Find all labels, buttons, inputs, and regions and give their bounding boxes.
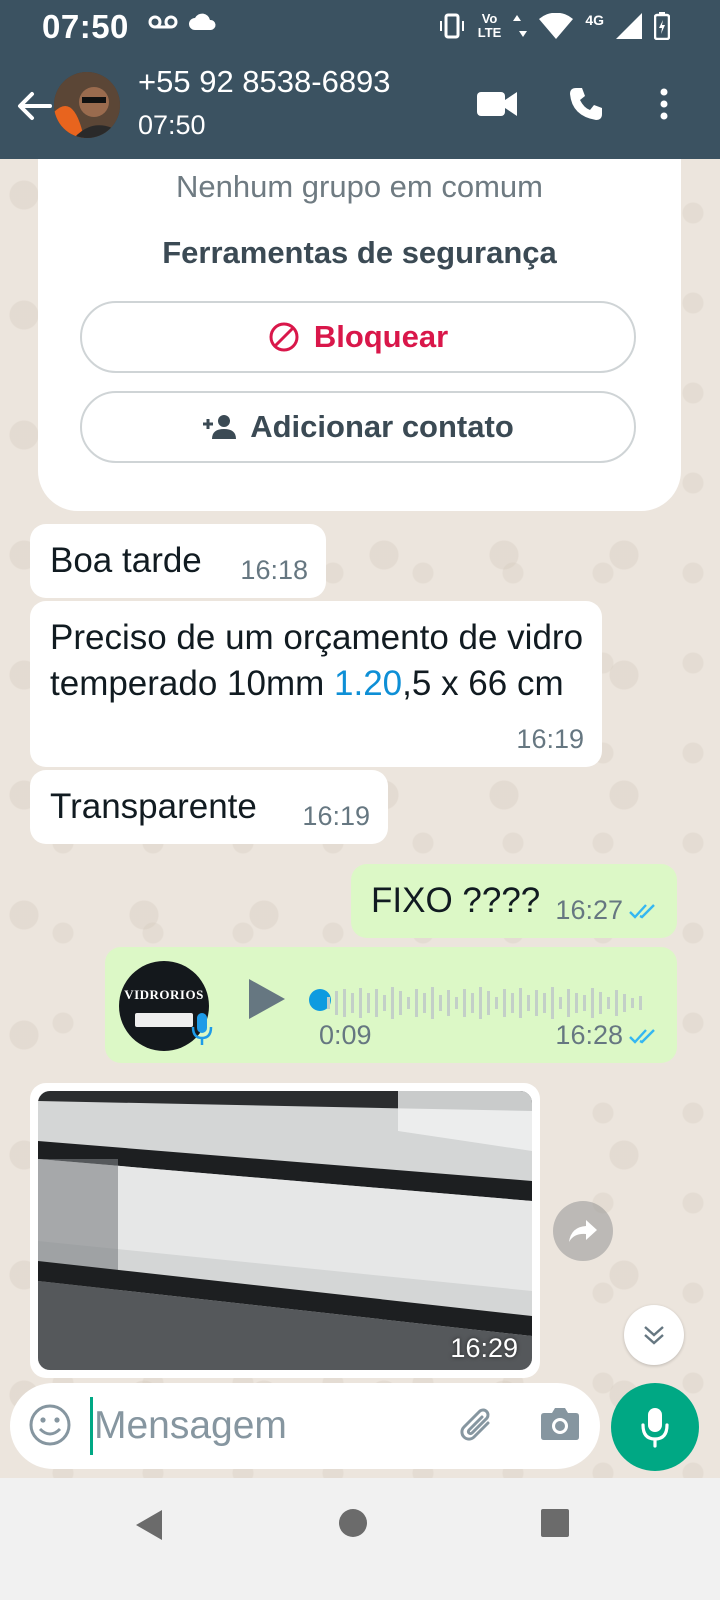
safety-tools-heading: Ferramentas de segurança <box>162 235 557 270</box>
data-arrows-icon <box>513 15 528 37</box>
voice-record-button[interactable] <box>611 1383 699 1471</box>
message-text: Transparente <box>50 787 257 826</box>
message-photo[interactable] <box>38 1091 532 1370</box>
voice-call-icon[interactable] <box>568 86 604 122</box>
message-time: 16:28 <box>555 1020 659 1051</box>
message-time-label: 16:28 <box>555 1020 623 1050</box>
contact-avatar[interactable] <box>54 72 120 138</box>
volte-label: Vo <box>481 11 498 26</box>
image-time: 16:29 <box>450 1333 518 1363</box>
voicemail-icon <box>148 15 178 29</box>
status-time: 07:50 <box>42 8 129 45</box>
scroll-to-bottom-button[interactable] <box>624 1305 684 1365</box>
status-left-icons <box>148 12 218 32</box>
voice-message[interactable]: VIDRORIOS 0:09 16:28 <box>105 947 677 1063</box>
avatar-badge <box>135 1013 193 1027</box>
image-message[interactable]: 16:29 <box>30 1083 540 1378</box>
audio-waveform[interactable] <box>319 985 659 1021</box>
message-input[interactable] <box>94 1393 434 1459</box>
microphone-icon <box>641 1408 669 1448</box>
contact-info-card: Nenhum grupo em comum Ferramentas de seg… <box>38 159 681 511</box>
message-text: Boa tarde <box>50 541 202 580</box>
cloud-icon <box>189 13 216 30</box>
message-time-label: 16:27 <box>555 895 623 925</box>
add-contact-button[interactable]: Adicionar contato <box>80 391 636 463</box>
glass-railing-photo <box>38 1091 532 1370</box>
avatar-logo-text: VIDRORIOS <box>124 987 204 1002</box>
battery-icon <box>654 12 670 40</box>
status-right-icons: Vo LTE 4G <box>438 12 670 40</box>
nav-recents-icon[interactable] <box>540 1508 570 1538</box>
video-call-icon[interactable] <box>477 90 517 118</box>
message-composer[interactable] <box>10 1383 600 1469</box>
forward-button[interactable] <box>553 1201 613 1261</box>
add-contact-label: Adicionar contato <box>250 409 514 444</box>
forward-icon <box>569 1220 597 1242</box>
more-options-icon[interactable] <box>659 88 669 120</box>
emoji-icon[interactable] <box>28 1403 72 1447</box>
network-type: 4G <box>585 12 604 28</box>
double-chevron-down-icon <box>644 1326 664 1345</box>
block-icon <box>269 322 299 352</box>
text-cursor <box>90 1397 93 1455</box>
message-time: 16:18 <box>240 555 308 586</box>
play-icon[interactable] <box>247 977 287 1021</box>
message-text-part: ,5 x 66 cm <box>402 664 564 703</box>
block-button[interactable]: Bloquear <box>80 301 636 373</box>
incoming-message[interactable]: Transparente 16:19 <box>30 770 388 844</box>
vibrate-icon <box>439 13 464 39</box>
read-ticks-icon <box>629 1028 655 1044</box>
block-label: Bloquear <box>313 319 449 354</box>
message-time-label: 16:19 <box>302 801 370 831</box>
mic-badge-icon <box>191 1013 213 1045</box>
add-person-icon <box>203 415 237 439</box>
app-header: 07:50 Vo LTE 4G +55 92 8538-6893 07:50 <box>0 0 720 159</box>
message-text: Preciso de um orçamento de vidro tempera… <box>50 615 590 707</box>
message-time-label: 16:18 <box>240 555 308 585</box>
lte-label: LTE <box>477 25 502 40</box>
no-groups-text: Nenhum grupo em comum <box>176 169 543 204</box>
attachment-icon[interactable] <box>458 1403 500 1447</box>
wifi-icon <box>539 13 574 39</box>
incoming-message[interactable]: Preciso de um orçamento de vidro tempera… <box>30 601 602 767</box>
message-time-label: 16:19 <box>516 724 584 754</box>
avatar-photo <box>54 72 120 138</box>
incoming-message[interactable]: Boa tarde 16:18 <box>30 524 326 598</box>
contact-last-seen: 07:50 <box>138 110 206 140</box>
signal-icon <box>616 13 642 39</box>
back-arrow-icon[interactable] <box>14 86 54 126</box>
voice-duration: 0:09 <box>319 1020 372 1050</box>
nav-back-icon[interactable] <box>134 1508 164 1542</box>
message-time: 16:19 <box>302 801 370 832</box>
phone-link[interactable]: 1.20 <box>334 664 402 703</box>
contact-name[interactable]: +55 92 8538-6893 <box>138 64 391 100</box>
nav-home-icon[interactable] <box>338 1508 368 1538</box>
message-text: FIXO ???? <box>371 881 541 920</box>
volte-indicator: Vo LTE <box>478 12 502 40</box>
message-time: 16:19 <box>516 724 584 755</box>
system-navigation-bar <box>0 1478 720 1600</box>
camera-icon[interactable] <box>540 1405 580 1441</box>
message-time: 16:27 <box>555 895 659 926</box>
read-ticks-icon <box>629 903 655 919</box>
chat-area[interactable]: Nenhum grupo em comum Ferramentas de seg… <box>0 159 720 1506</box>
outgoing-message[interactable]: FIXO ???? 16:27 <box>351 864 677 938</box>
